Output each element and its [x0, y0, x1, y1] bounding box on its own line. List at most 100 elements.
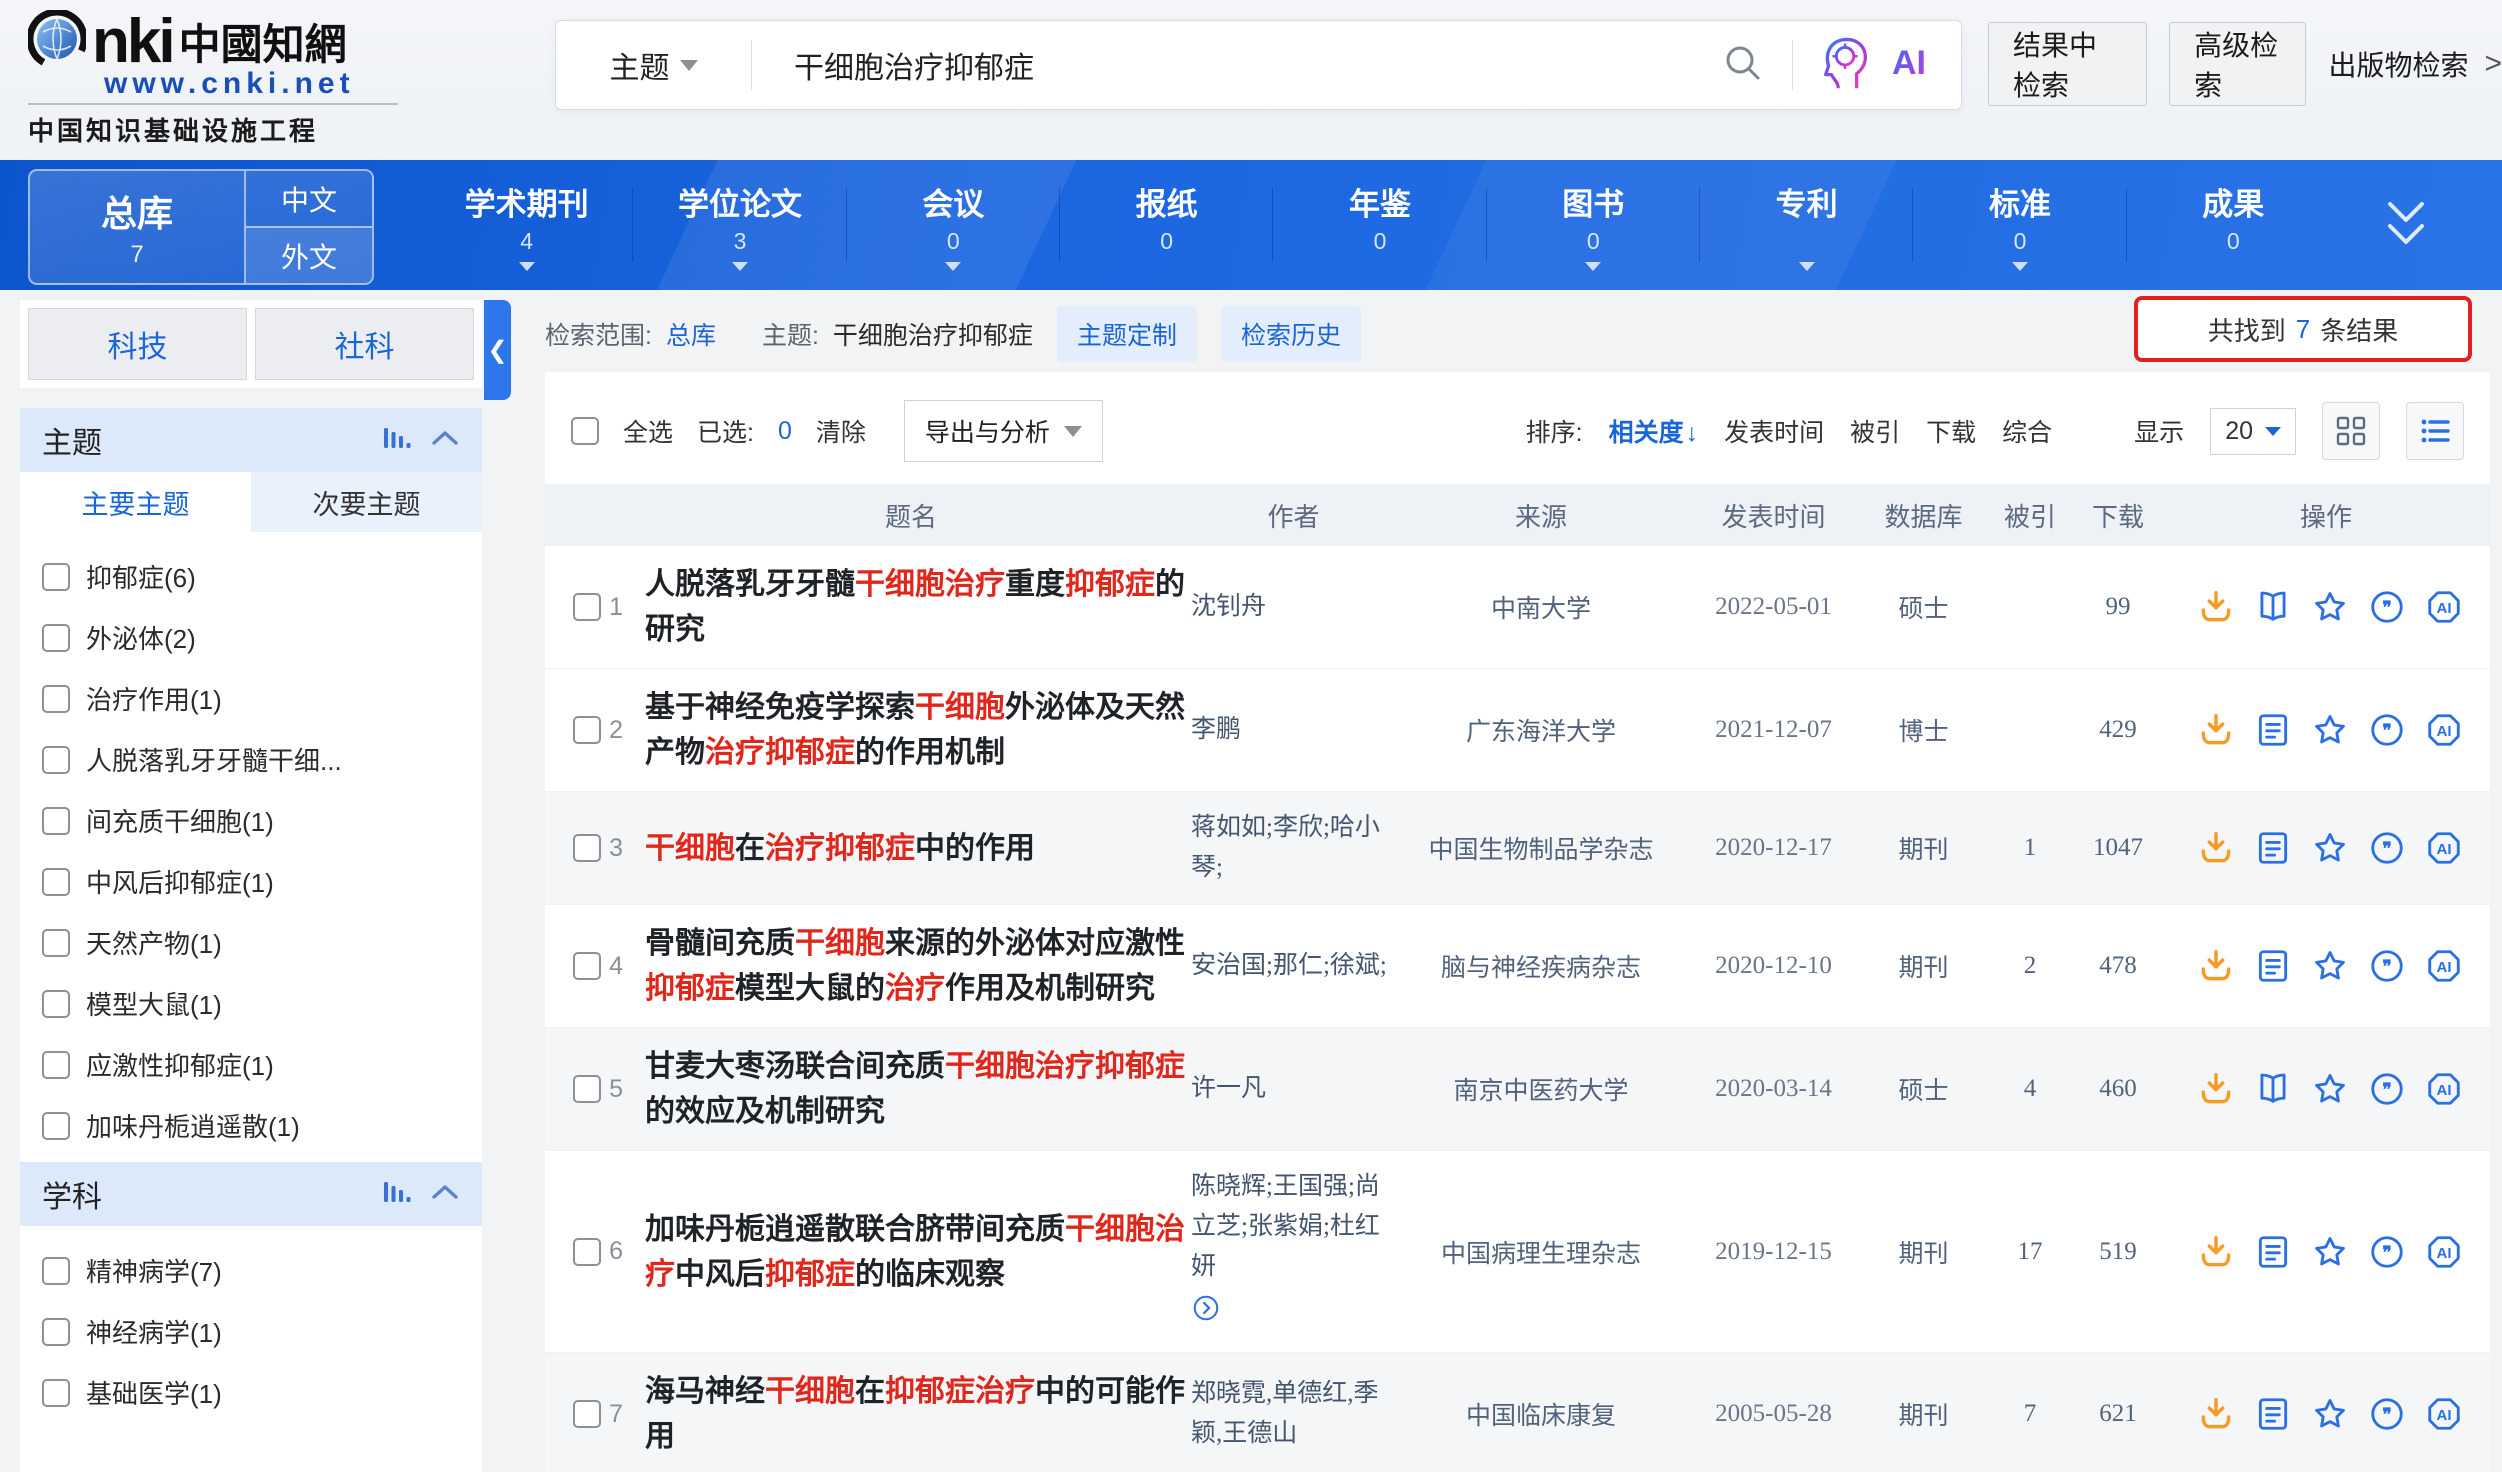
read-online-icon[interactable]	[2253, 587, 2293, 627]
search-input[interactable]: 干细胞治疗抑郁症	[752, 43, 1694, 87]
favorite-star-icon[interactable]	[2310, 1069, 2350, 1109]
result-source-link[interactable]: 中国病理生理杂志	[1396, 1234, 1686, 1270]
language-tab-foreign[interactable]: 外文	[246, 226, 372, 283]
language-tab-chinese[interactable]: 中文	[246, 171, 372, 226]
nav-tab-3[interactable]: 报纸0	[1060, 160, 1273, 290]
row-checkbox[interactable]	[573, 1075, 601, 1103]
quote-icon[interactable]: ❞	[2367, 710, 2407, 750]
row-checkbox[interactable]	[573, 834, 601, 862]
subject-item-0[interactable]: 精神病学(7)	[20, 1240, 482, 1301]
result-authors[interactable]: 沈钊舟	[1191, 587, 1396, 627]
sort-option-0[interactable]: 相关度↓	[1609, 413, 1699, 449]
result-download-count[interactable]: 621	[2074, 1400, 2162, 1428]
topic-custom-button[interactable]: 主题定制	[1057, 306, 1197, 362]
nav-tab-8[interactable]: 成果0	[2127, 160, 2340, 290]
favorite-star-icon[interactable]	[2310, 710, 2350, 750]
filter-checkbox[interactable]	[42, 1379, 70, 1407]
category-tab-0[interactable]: 科技	[28, 308, 247, 380]
row-checkbox[interactable]	[573, 1238, 601, 1266]
filter-checkbox[interactable]	[42, 807, 70, 835]
favorite-star-icon[interactable]	[2310, 946, 2350, 986]
search-field-select[interactable]: 主题	[556, 43, 751, 87]
result-title-link[interactable]: 骨髓间充质干细胞来源的外泌体对应激性抑郁症模型大鼠的治疗作用及机制研究	[645, 921, 1191, 1011]
nav-tab-5[interactable]: 图书0	[1487, 160, 1700, 290]
result-authors[interactable]: 陈晓辉;王国强;尚立芝;张紫娟;杜红妍	[1191, 1167, 1396, 1336]
topic-item-5[interactable]: 中风后抑郁症(1)	[20, 851, 482, 912]
nav-tab-2[interactable]: 会议0	[847, 160, 1060, 290]
download-icon[interactable]	[2196, 946, 2236, 986]
html-read-icon[interactable]	[2253, 828, 2293, 868]
bar-chart-icon[interactable]	[382, 1178, 412, 1211]
result-download-count[interactable]: 460	[2074, 1075, 2162, 1103]
topic-item-9[interactable]: 加味丹栀逍遥散(1)	[20, 1095, 482, 1156]
quote-icon[interactable]: ❞	[2367, 587, 2407, 627]
result-title-link[interactable]: 干细胞在治疗抑郁症中的作用	[645, 826, 1191, 871]
download-icon[interactable]	[2196, 710, 2236, 750]
row-checkbox[interactable]	[573, 593, 601, 621]
sidebar-collapse-button[interactable]: ❮	[484, 300, 511, 400]
search-in-results-button[interactable]: 结果中检索	[1988, 22, 2147, 106]
select-all-label[interactable]: 全选	[623, 413, 673, 449]
export-analyze-button[interactable]: 导出与分析	[904, 400, 1103, 462]
bar-chart-icon[interactable]	[382, 424, 412, 457]
sort-option-4[interactable]: 综合	[2002, 413, 2052, 449]
quote-icon[interactable]: ❞	[2367, 1394, 2407, 1434]
subject-item-2[interactable]: 基础医学(1)	[20, 1362, 482, 1423]
topic-item-0[interactable]: 抑郁症(6)	[20, 546, 482, 607]
favorite-star-icon[interactable]	[2310, 587, 2350, 627]
download-icon[interactable]	[2196, 1069, 2236, 1109]
favorite-star-icon[interactable]	[2310, 828, 2350, 868]
result-authors[interactable]: 蒋如如;李欣;哈小琴;	[1191, 808, 1396, 888]
nav-more-button[interactable]	[2380, 196, 2432, 257]
result-title-link[interactable]: 加味丹栀逍遥散联合脐带间充质干细胞治疗中风后抑郁症的临床观察	[645, 1207, 1191, 1297]
expand-authors-icon[interactable]	[1191, 1293, 1221, 1323]
clear-selection-button[interactable]: 清除	[816, 413, 866, 449]
ai-assist-icon[interactable]: AI	[2424, 1232, 2464, 1272]
filter-checkbox[interactable]	[42, 929, 70, 957]
nav-tab-1[interactable]: 学位论文3	[633, 160, 846, 290]
topic-item-4[interactable]: 间充质干细胞(1)	[20, 790, 482, 851]
filter-checkbox[interactable]	[42, 685, 70, 713]
filter-checkbox[interactable]	[42, 624, 70, 652]
nav-tab-total-library[interactable]: 总库 7	[30, 171, 244, 283]
category-tab-1[interactable]: 社科	[255, 308, 474, 380]
nav-tab-4[interactable]: 年鉴0	[1273, 160, 1486, 290]
result-source-link[interactable]: 南京中医药大学	[1396, 1071, 1686, 1107]
filter-checkbox[interactable]	[42, 1112, 70, 1140]
nav-tab-0[interactable]: 学术期刊4	[420, 160, 633, 290]
result-title-link[interactable]: 海马神经干细胞在抑郁症治疗中的可能作用	[645, 1369, 1191, 1459]
filter-checkbox[interactable]	[42, 990, 70, 1018]
result-download-count[interactable]: 429	[2074, 716, 2162, 744]
topic-item-7[interactable]: 模型大鼠(1)	[20, 973, 482, 1034]
result-source-link[interactable]: 中国临床康复	[1396, 1396, 1686, 1432]
result-cited-count[interactable]: 7	[1986, 1400, 2074, 1428]
result-cited-count[interactable]: 2	[1986, 952, 2074, 980]
ai-search-button[interactable]: AI	[1793, 32, 1961, 99]
html-read-icon[interactable]	[2253, 946, 2293, 986]
result-source-link[interactable]: 中南大学	[1396, 589, 1686, 625]
result-cited-count[interactable]: 4	[1986, 1075, 2074, 1103]
result-source-link[interactable]: 中国生物制品学杂志	[1396, 830, 1686, 866]
topic-item-2[interactable]: 治疗作用(1)	[20, 668, 482, 729]
sort-option-3[interactable]: 下载	[1926, 413, 1976, 449]
subject-item-1[interactable]: 神经病学(1)	[20, 1301, 482, 1362]
result-authors[interactable]: 李鹏	[1191, 710, 1396, 750]
quote-icon[interactable]: ❞	[2367, 828, 2407, 868]
filter-checkbox[interactable]	[42, 1318, 70, 1346]
row-checkbox[interactable]	[573, 716, 601, 744]
ai-assist-icon[interactable]: AI	[2424, 1394, 2464, 1434]
advanced-search-button[interactable]: 高级检索	[2169, 22, 2306, 106]
html-read-icon[interactable]	[2253, 710, 2293, 750]
result-title-link[interactable]: 甘麦大枣汤联合间充质干细胞治疗抑郁症的效应及机制研究	[645, 1044, 1191, 1134]
scope-value-link[interactable]: 总库	[666, 316, 716, 352]
result-cited-count[interactable]: 17	[1986, 1238, 2074, 1266]
filter-checkbox[interactable]	[42, 1257, 70, 1285]
download-icon[interactable]	[2196, 587, 2236, 627]
ai-assist-icon[interactable]: AI	[2424, 946, 2464, 986]
select-all-checkbox[interactable]	[571, 417, 599, 445]
collapse-section-icon[interactable]	[430, 428, 460, 453]
download-icon[interactable]	[2196, 1394, 2236, 1434]
result-source-link[interactable]: 广东海洋大学	[1396, 712, 1686, 748]
result-source-link[interactable]: 脑与神经疾病杂志	[1396, 948, 1686, 984]
collapse-section-icon[interactable]	[430, 1182, 460, 1207]
